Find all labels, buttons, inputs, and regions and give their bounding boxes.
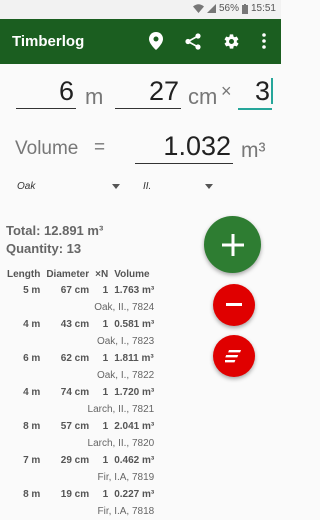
battery-level: 56%: [218, 3, 239, 14]
header-diameter: Diameter: [46, 268, 90, 280]
centimeters-unit-label: cm: [188, 84, 218, 109]
status-time: 15:51: [250, 3, 276, 14]
add-icon: [221, 233, 244, 256]
grade-caret-icon: [205, 184, 213, 189]
app-bar: Timberlog: [0, 19, 281, 64]
table-row-info: Oak, I., 7823: [4, 333, 157, 350]
cell-length: 8 m: [23, 489, 41, 500]
cell-length: 4 m: [23, 319, 41, 330]
location-icon: [149, 32, 163, 50]
list-button[interactable]: [213, 335, 255, 377]
volume-label: Volume: [15, 138, 79, 159]
app-title: Timberlog: [12, 33, 85, 50]
volume-value: 1.032: [135, 127, 233, 164]
log-rows: 5 m 67 cm 1 1.763 m³ Oak, II., 7824 4 m 43 c…: [4, 282, 157, 520]
cell-info: Larch, II., 7821: [87, 404, 155, 415]
location-button[interactable]: [146, 31, 166, 51]
cell-length: 6 m: [23, 353, 41, 364]
cell-diameter: 19 cm: [60, 489, 90, 500]
cell-info: Oak, I., 7823: [96, 336, 155, 347]
add-log-button[interactable]: [204, 216, 261, 273]
cell-length: 8 m: [23, 421, 41, 432]
table-row[interactable]: 8 m 19 cm 1 0.227 m³: [4, 486, 157, 503]
species-selected: Oak: [17, 181, 36, 192]
cell-diameter: 74 cm: [60, 387, 90, 398]
length-centimeters-input[interactable]: 27: [115, 72, 181, 109]
table-row-info: Larch, II., 7820: [4, 435, 157, 452]
cell-count: 1: [102, 421, 109, 432]
table-row-info: Larch, II., 7821: [4, 401, 157, 418]
equals-sign: =: [94, 137, 106, 158]
cell-diameter: 43 cm: [60, 319, 90, 330]
settings-icon: [224, 33, 238, 49]
cell-length: 7 m: [23, 455, 41, 466]
cell-diameter: 62 cm: [60, 353, 90, 364]
cell-count: 1: [102, 489, 109, 500]
table-row-info: Fir, I.A, 7819: [4, 469, 157, 486]
overflow-menu-button[interactable]: [254, 31, 274, 51]
cell-diameter: 67 cm: [60, 285, 90, 296]
settings-button[interactable]: [221, 31, 241, 51]
cell-volume: 1.720 m³: [114, 387, 155, 398]
species-dropdown[interactable]: Oak: [15, 176, 127, 196]
meters-unit-label: m: [85, 84, 104, 109]
cell-volume: 0.227 m³: [114, 489, 155, 500]
table-row-info: Oak, I., 7822: [4, 367, 157, 384]
volume-unit: m³: [241, 139, 266, 162]
signal-icon: [206, 4, 216, 13]
cell-info: Oak, II., 7824: [94, 302, 155, 313]
share-icon: [185, 32, 201, 50]
cell-info: Fir, I.A, 7819: [97, 472, 155, 483]
list-icon: [225, 349, 241, 362]
remove-icon: [226, 303, 242, 306]
length-meters-input[interactable]: 6: [16, 72, 76, 109]
wifi-icon: [192, 4, 204, 13]
cell-diameter: 29 cm: [60, 455, 90, 466]
cell-count: 1: [102, 285, 109, 296]
multiply-sign: ×: [221, 81, 232, 101]
cell-info: Oak, I., 7822: [96, 370, 155, 381]
cell-count: 1: [102, 387, 109, 398]
cell-volume: 1.811 m³: [114, 353, 154, 364]
battery-icon: [241, 3, 248, 14]
quantity: Quantity: 13: [6, 241, 82, 256]
cell-count: 1: [102, 353, 109, 364]
table-row[interactable]: 7 m 29 cm 1 0.462 m³: [4, 452, 157, 469]
grade-dropdown[interactable]: II.: [141, 176, 221, 196]
table-row[interactable]: 8 m 57 cm 1 2.041 m³: [4, 418, 157, 435]
table-header-row: Length Diameter ×N Volume: [4, 266, 157, 282]
share-button[interactable]: [183, 31, 203, 51]
cell-volume: 1.763 m³: [114, 285, 155, 296]
header-volume: Volume: [114, 268, 150, 280]
table-row-info: Fir, I.A, 7818: [4, 503, 157, 520]
status-bar: 56% 15:51: [0, 0, 281, 19]
cell-volume: 0.581 m³: [114, 319, 155, 330]
more-vert-icon: [262, 33, 266, 49]
table-row[interactable]: 4 m 74 cm 1 1.720 m³: [4, 384, 157, 401]
cell-volume: 0.462 m³: [114, 455, 155, 466]
header-length: Length: [7, 268, 41, 280]
cell-count: 1: [102, 319, 109, 330]
grade-selected: II.: [143, 181, 152, 192]
total-volume: Total: 12.891 m³: [6, 223, 104, 238]
text-cursor: [271, 78, 273, 104]
cell-info: Fir, I.A, 7818: [97, 506, 155, 517]
table-row[interactable]: 5 m 67 cm 1 1.763 m³: [4, 282, 157, 299]
cell-diameter: 57 cm: [60, 421, 90, 432]
cell-info: Larch, II., 7820: [87, 438, 155, 449]
remove-log-button[interactable]: [213, 284, 255, 326]
cell-length: 5 m: [23, 285, 41, 296]
species-caret-icon: [112, 184, 120, 189]
count-input[interactable]: 3: [238, 72, 272, 110]
table-row[interactable]: 6 m 62 cm 1 1.811 m³: [4, 350, 157, 367]
cell-count: 1: [102, 455, 109, 466]
table-row-info: Oak, II., 7824: [4, 299, 157, 316]
cell-length: 4 m: [23, 387, 41, 398]
header-count: ×N: [95, 268, 109, 280]
log-table: Length Diameter ×N Volume 5 m 67 cm 1 1.763…: [4, 266, 157, 520]
table-row[interactable]: 4 m 43 cm 1 0.581 m³: [4, 316, 157, 333]
cell-volume: 2.041 m³: [114, 421, 155, 432]
